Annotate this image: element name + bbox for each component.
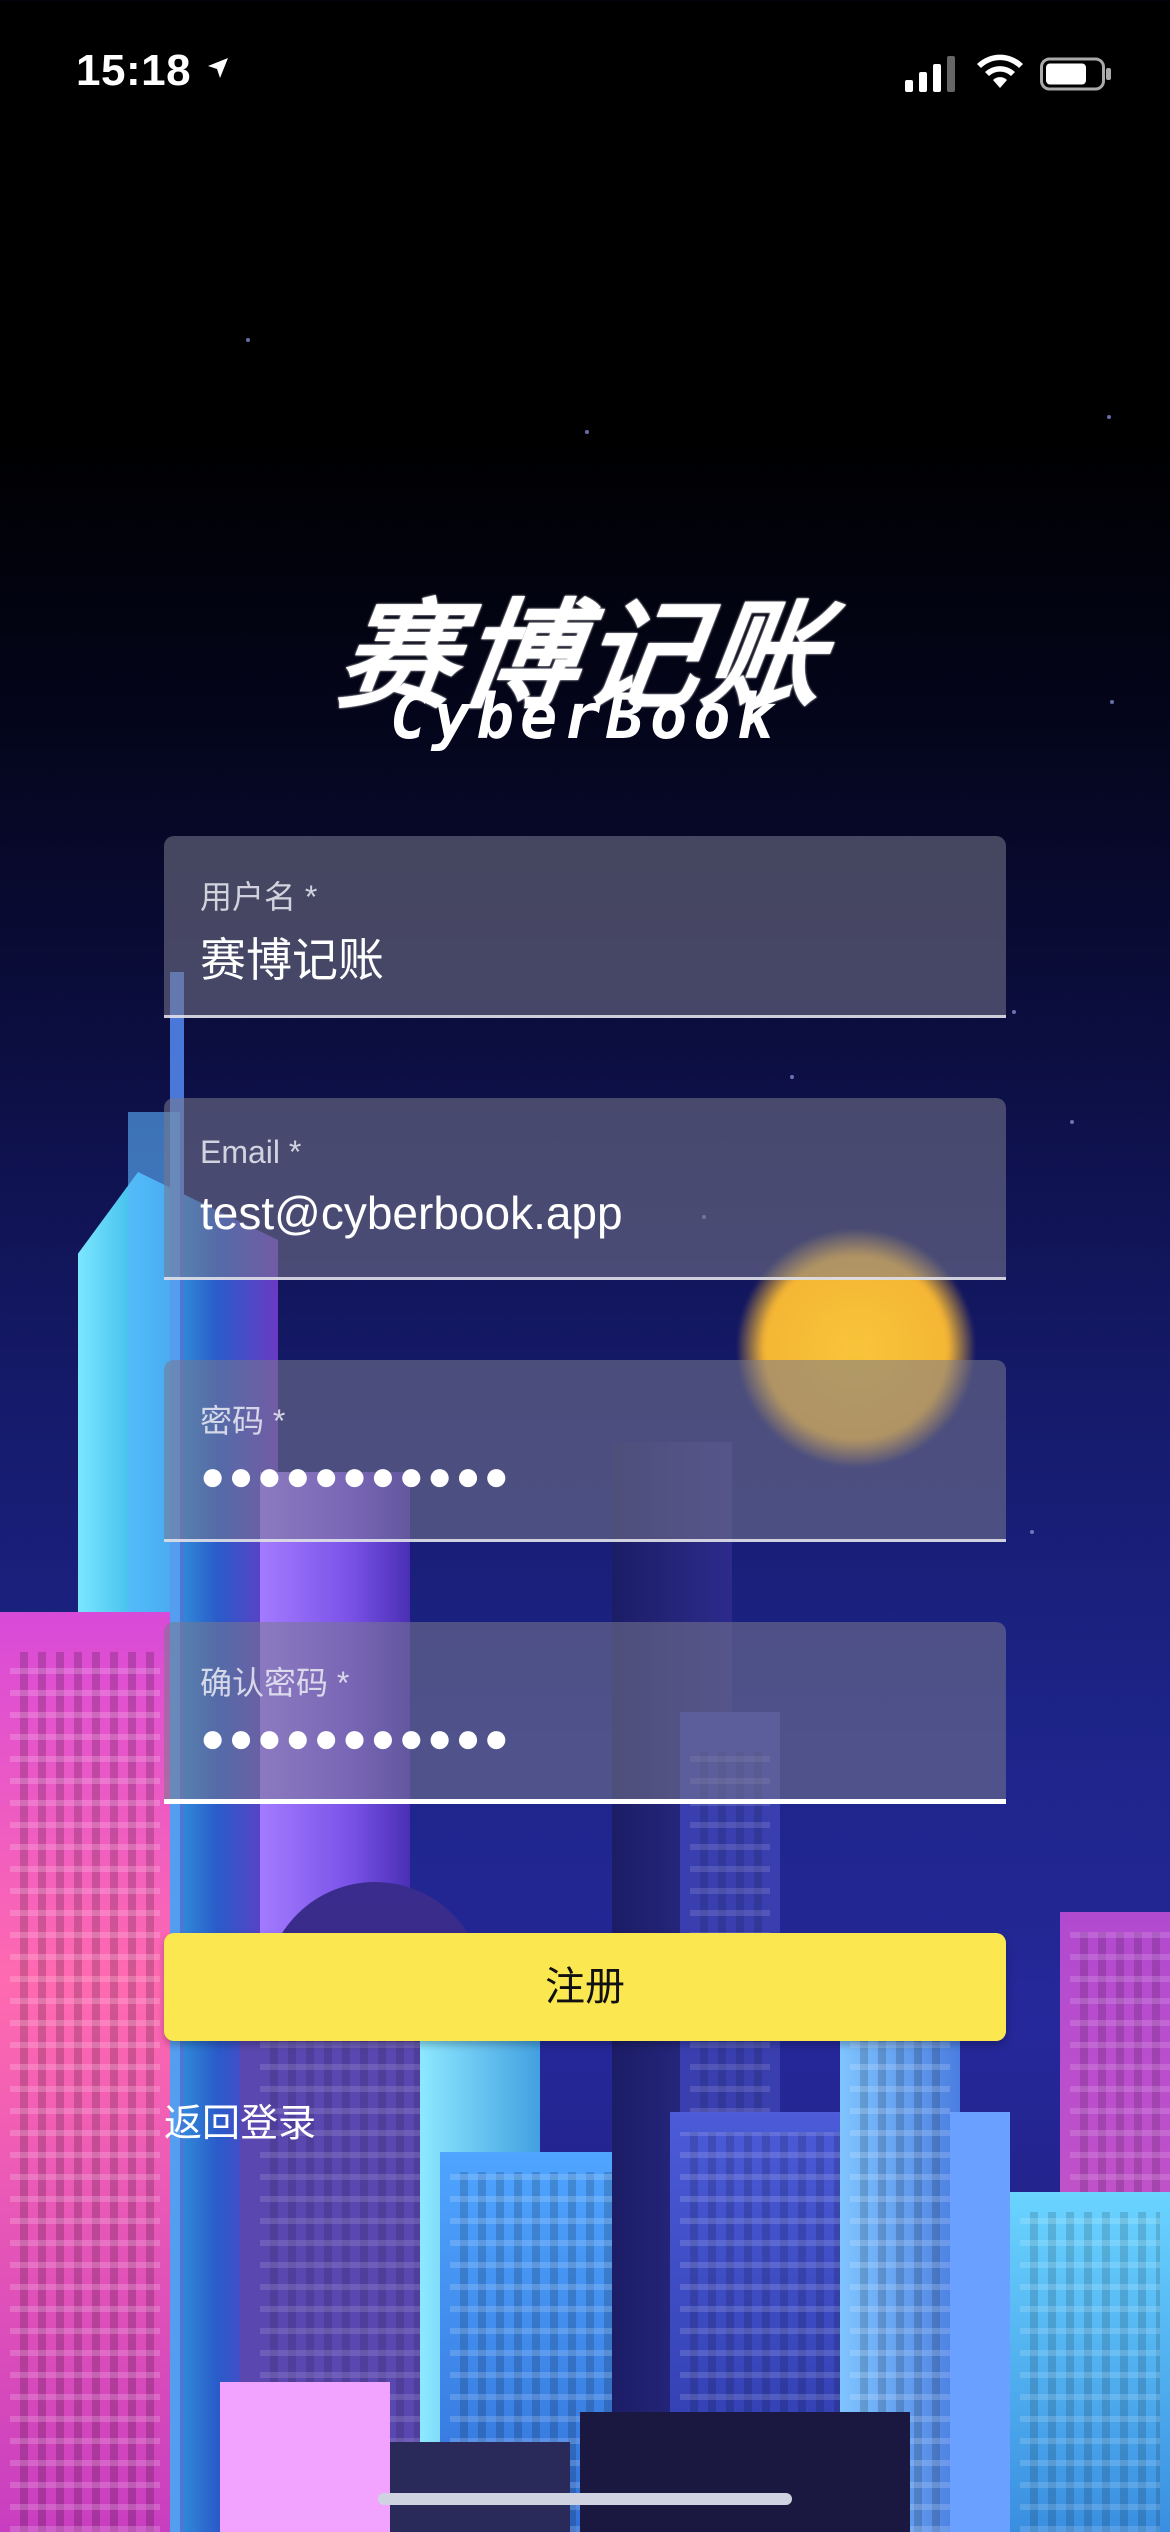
status-time: 15:18 [76,46,192,95]
register-button[interactable]: 注册 [164,1933,1006,2041]
username-field[interactable]: 用户名 * 赛博记账 [164,836,1006,1018]
email-label: Email * [200,1134,302,1170]
email-value[interactable]: test@cyberbook.app [200,1186,623,1240]
password-value[interactable]: ●●●●●●●●●●● [200,1452,512,1500]
home-indicator[interactable] [378,2493,792,2505]
confirm-password-value[interactable]: ●●●●●●●●●●● [200,1714,512,1762]
location-arrow-icon [208,58,228,78]
email-field[interactable]: Email * test@cyberbook.app [164,1098,1006,1280]
wifi-icon [977,54,1023,88]
confirm-password-label: 确认密码 * [200,1665,350,1701]
app-logo-english: CyberBook [390,680,780,753]
password-label: 密码 * [200,1403,286,1439]
cellular-signal-icon [905,56,955,92]
back-to-login-link[interactable]: 返回登录 [164,2092,316,2147]
status-bar: 15:18 [0,0,1170,140]
battery-icon [1040,57,1111,91]
username-value[interactable]: 赛博记账 [200,924,384,990]
password-field[interactable]: 密码 * ●●●●●●●●●●● [164,1360,1006,1542]
username-label: 用户名 * [200,879,318,915]
confirm-password-field[interactable]: 确认密码 * ●●●●●●●●●●● [164,1622,1006,1804]
